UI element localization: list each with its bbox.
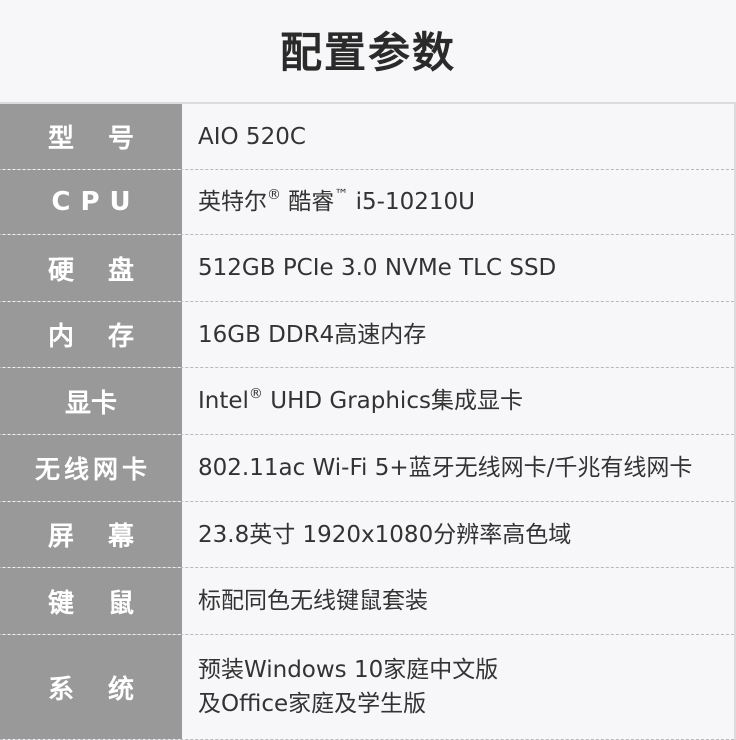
spec-label-network: 无线网卡 (0, 435, 182, 501)
spec-row-model: 型号 AIO 520C (0, 104, 734, 170)
page-title: 配置参数 (279, 27, 456, 77)
spec-value-display: 23.8英寸 1920x1080分辨率高色域 (198, 521, 572, 548)
spec-label-memory: 内存 (0, 302, 182, 367)
trademark-mark: ™ (334, 187, 349, 203)
spec-value-os-line-1: 预装Windows 10家庭中文版 (198, 657, 499, 683)
spec-row-network: 无线网卡 802.11ac Wi-Fi 5+蓝牙无线网卡/千兆有线网卡 (0, 435, 734, 502)
spec-row-cpu: CPU 英特尔® 酷睿™ i5-10210U (0, 170, 734, 235)
spec-value-os-line-2: 及Office家庭及学生版 (198, 691, 427, 717)
spec-value-graphics-text: Intel® UHD Graphics集成显卡 (198, 384, 734, 418)
spec-label-cpu: CPU (0, 170, 182, 234)
spec-label-display: 屏幕 (0, 502, 182, 567)
cpu-series: 酷睿 (281, 189, 335, 215)
spec-value-memory: 16GB DDR4高速内存 (198, 321, 427, 348)
spec-table: 型号 AIO 520C CPU 英特尔® 酷睿™ i5-10210U 硬盘 51… (0, 102, 736, 740)
spec-row-display: 屏幕 23.8英寸 1920x1080分辨率高色域 (0, 502, 734, 568)
cpu-brand: 英特尔 (198, 189, 267, 215)
spec-label-peripherals: 键鼠 (0, 568, 182, 634)
spec-value-storage: 512GB PCIe 3.0 NVMe TLC SSD (198, 255, 557, 281)
spec-row-graphics: 显卡 Intel® UHD Graphics集成显卡 (0, 368, 734, 435)
spec-value-peripherals: 标配同色无线键鼠套装 (198, 588, 428, 614)
cpu-model: i5-10210U (348, 189, 475, 215)
spec-label-graphics: 显卡 (0, 368, 182, 434)
spec-row-memory: 内存 16GB DDR4高速内存 (0, 302, 734, 368)
spec-row-storage: 硬盘 512GB PCIe 3.0 NVMe TLC SSD (0, 235, 734, 302)
spec-row-peripherals: 键鼠 标配同色无线键鼠套装 (0, 568, 734, 635)
spec-value-model: AIO 520C (198, 123, 306, 150)
registered-mark: ® (267, 187, 281, 203)
spec-label-os: 系统 (0, 635, 182, 739)
gpu-brand: Intel (198, 388, 249, 414)
spec-label-storage: 硬盘 (0, 235, 182, 301)
spec-value-graphics: Intel® UHD Graphics集成显卡 (182, 368, 734, 434)
spec-value-network: 802.11ac Wi-Fi 5+蓝牙无线网卡/千兆有线网卡 (198, 455, 693, 481)
gpu-model: UHD Graphics集成显卡 (262, 388, 523, 414)
spec-label-model: 型号 (0, 104, 182, 169)
spec-row-os: 系统 预装Windows 10家庭中文版 及Office家庭及学生版 (0, 635, 734, 740)
spec-value-cpu: 英特尔® 酷睿™ i5-10210U (182, 170, 734, 234)
spec-value-os: 预装Windows 10家庭中文版 及Office家庭及学生版 (182, 635, 734, 739)
registered-mark: ® (248, 386, 263, 402)
spec-value-cpu-text: 英特尔® 酷睿™ i5-10210U (198, 185, 734, 219)
